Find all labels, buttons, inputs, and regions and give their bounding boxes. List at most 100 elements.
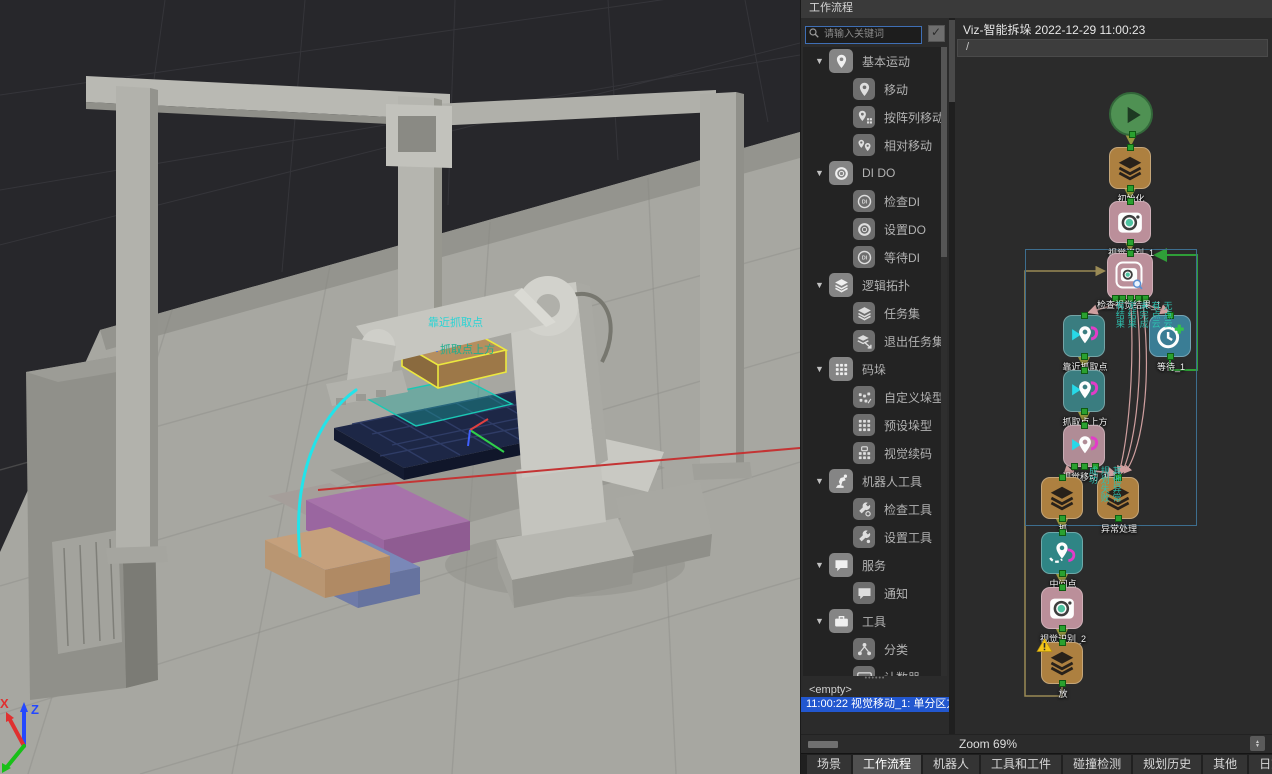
splitter-handle[interactable]: •••••• — [801, 676, 949, 684]
entry-port[interactable] — [1127, 144, 1134, 151]
3d-viewport[interactable]: 靠近抓取点 抓取点上方 Z X — [0, 0, 800, 774]
mech-viz-window: 靠近抓取点 抓取点上方 Z X 工作流程 — [0, 0, 1272, 774]
pin-two-icon — [853, 134, 875, 156]
step-tree: 基本运动移动按阵列移动相对移动DI DO检查DI设置DO等待DI逻辑拓扑任务集退… — [803, 47, 947, 676]
tab-碰撞检测[interactable]: 碰撞检测 — [1063, 755, 1131, 774]
flow-canvas[interactable]: 初始化视觉识别_1检查视觉结果_1靠近抓取点等待_1抓取点上方视觉移动_1抓异常… — [955, 58, 1272, 734]
tree-item[interactable]: 移动 — [803, 75, 947, 103]
tree-item[interactable]: 相对移动 — [803, 131, 947, 159]
entry-port[interactable] — [1127, 250, 1134, 257]
exit-port[interactable] — [1115, 515, 1122, 522]
grid-icon — [829, 357, 853, 381]
tree-group-label: 机器人工具 — [862, 473, 922, 490]
exit-port[interactable] — [1127, 239, 1134, 246]
layers-icon — [1047, 483, 1077, 513]
tab-工作流程[interactable]: 工作流程 — [853, 755, 921, 774]
tree-group-label: 码垛 — [862, 361, 886, 378]
flow-node-midpoint[interactable]: 中间点 — [1041, 532, 1083, 574]
exit-port[interactable] — [1127, 185, 1134, 192]
entry-port[interactable] — [1059, 584, 1066, 591]
exit-port[interactable] — [1129, 131, 1136, 138]
filter-checkbox[interactable] — [928, 25, 945, 42]
search-input[interactable] — [805, 26, 922, 44]
exit-port[interactable] — [1167, 353, 1174, 360]
tree-item[interactable]: 视觉续码 — [803, 439, 947, 467]
collapse-arrow-icon[interactable] — [815, 280, 829, 290]
exit-port-labels-check: 有结果 无结果 未完成 有点云 无点云 — [1114, 301, 1171, 328]
chat-icon — [829, 553, 853, 577]
flow-node-init[interactable]: 初始化 — [1109, 147, 1151, 189]
exit-port[interactable] — [1081, 408, 1088, 415]
tab-其他[interactable]: 其他 — [1203, 755, 1247, 774]
tree-item[interactable]: 通知 — [803, 579, 947, 607]
tree-item[interactable]: 退出任务集 — [803, 327, 947, 355]
exit-port-labels-vismove: 成功 规划失败 其他异常 — [1087, 466, 1121, 502]
entry-port[interactable] — [1127, 198, 1134, 205]
breadcrumb[interactable]: / — [957, 39, 1268, 57]
entry-port[interactable] — [1081, 422, 1088, 429]
flow-node-start[interactable] — [1109, 92, 1153, 136]
flow-node-place[interactable]: 放 — [1041, 642, 1083, 684]
tab-场景[interactable]: 场景 — [807, 755, 851, 774]
zoom-level: Zoom 69% — [959, 737, 1017, 751]
entry-port[interactable] — [1081, 312, 1088, 319]
tree-item[interactable]: 设置工具 — [803, 523, 947, 551]
counter-icon — [853, 666, 875, 676]
exit-port[interactable] — [1081, 353, 1088, 360]
zoom-spinner[interactable]: ▲▼ — [1250, 736, 1265, 751]
exit-port[interactable] — [1059, 680, 1066, 687]
entry-port[interactable] — [1059, 474, 1066, 481]
tree-group[interactable]: 服务 — [803, 551, 947, 579]
log-entry-selected[interactable]: 11:00:22 视觉移动_1: 单分区方形 — [801, 697, 949, 712]
tree-item[interactable]: 任务集 — [803, 299, 947, 327]
tree-scrollbar[interactable] — [941, 47, 947, 676]
entry-port[interactable] — [1059, 639, 1066, 646]
collapse-arrow-icon[interactable] — [815, 168, 829, 178]
camera-icon — [1115, 207, 1145, 237]
flow-node-above[interactable]: 抓取点上方 — [1063, 370, 1105, 412]
flow-node-vision2[interactable]: 视觉识别_2 — [1041, 587, 1083, 629]
exit-port[interactable] — [1059, 515, 1066, 522]
collapse-arrow-icon[interactable] — [815, 364, 829, 374]
tree-group[interactable]: 机器人工具 — [803, 467, 947, 495]
tab-工具和工件[interactable]: 工具和工件 — [981, 755, 1061, 774]
entry-port[interactable] — [1081, 367, 1088, 374]
flow-node-approach[interactable]: 靠近抓取点 — [1063, 315, 1105, 357]
chat-icon — [853, 582, 875, 604]
grid-custom-icon — [853, 386, 875, 408]
tree-item[interactable]: 按阵列移动 — [803, 103, 947, 131]
tree-item[interactable]: 检查工具 — [803, 495, 947, 523]
flow-node-grab[interactable]: 抓 — [1041, 477, 1083, 519]
collapse-arrow-icon[interactable] — [815, 476, 829, 486]
tab-日志[interactable]: 日志 — [1249, 755, 1272, 774]
status-empty: <empty> — [801, 684, 949, 697]
flow-node-check[interactable]: 检查视觉结果_1 — [1107, 253, 1153, 299]
tree-item[interactable]: 检查DI — [803, 187, 947, 215]
collapse-arrow-icon[interactable] — [815, 560, 829, 570]
pin-icon — [829, 49, 853, 73]
tree-group[interactable]: 码垛 — [803, 355, 947, 383]
flow-node-vismove[interactable]: 视觉移动_1 — [1063, 425, 1105, 467]
flow-node-vision1[interactable]: 视觉识别_1 — [1109, 201, 1151, 243]
collapse-arrow-icon[interactable] — [815, 56, 829, 66]
tree-item[interactable]: 分类 — [803, 635, 947, 663]
tree-item[interactable]: 预设垛型 — [803, 411, 947, 439]
collapse-arrow-icon[interactable] — [815, 616, 829, 626]
warning-icon — [1036, 637, 1053, 654]
tab-规划历史[interactable]: 规划历史 — [1133, 755, 1201, 774]
exit-port[interactable] — [1059, 625, 1066, 632]
exit-port[interactable] — [1071, 463, 1078, 470]
exit-port[interactable] — [1059, 570, 1066, 577]
tree-group[interactable]: 工具 — [803, 607, 947, 635]
tree-item[interactable]: 计数器 — [803, 663, 947, 676]
tree-group[interactable]: DI DO — [803, 159, 947, 187]
step-library: 基本运动移动按阵列移动相对移动DI DO检查DI设置DO等待DI逻辑拓扑任务集退… — [801, 18, 949, 734]
tree-item[interactable]: 自定义垛型 — [803, 383, 947, 411]
tree-group[interactable]: 基本运动 — [803, 47, 947, 75]
tree-item[interactable]: 设置DO — [803, 215, 947, 243]
entry-port[interactable] — [1059, 529, 1066, 536]
tree-group[interactable]: 逻辑拓扑 — [803, 271, 947, 299]
tree-item[interactable]: 等待DI — [803, 243, 947, 271]
case-icon — [829, 609, 853, 633]
tab-机器人[interactable]: 机器人 — [923, 755, 979, 774]
